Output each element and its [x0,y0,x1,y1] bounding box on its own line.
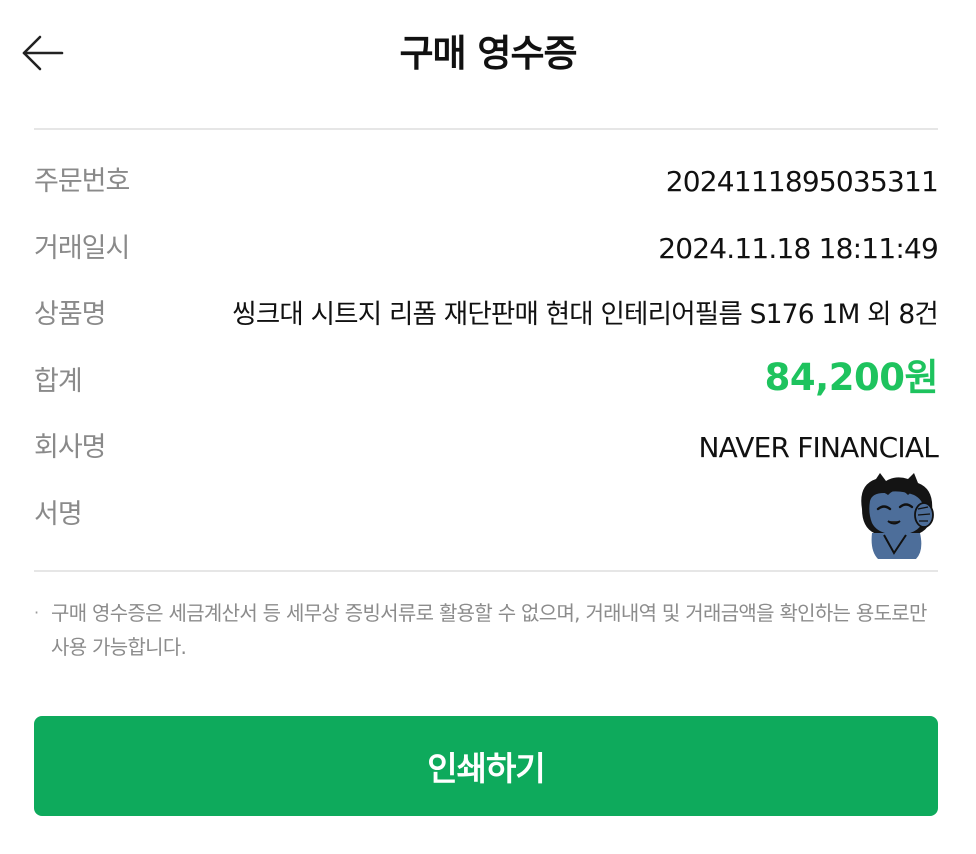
signature-row: 서명 [34,472,938,559]
total-row: 합계 84,200원 [34,350,939,417]
company-name-label: 회사명 [34,432,107,463]
signature-image [861,472,934,559]
divider [34,128,938,130]
product-name-value: 씽크대 시트지 리폼 재단판매 현대 인테리어필름 S176 1M 외 8건 [232,299,939,330]
print-button[interactable]: 인쇄하기 [34,716,938,816]
product-name-label: 상품명 [34,299,107,330]
receipt-details: 주문번호 2024111895035311 거래일시 2024.11.18 18… [34,150,939,559]
notice-bullet: · [34,603,40,622]
company-name-row: 회사명 NAVER FINANCIAL [34,416,939,483]
transaction-date-row: 거래일시 2024.11.18 18:11:49 [34,217,939,284]
transaction-date-label: 거래일시 [34,232,130,264]
company-name-value: NAVER FINANCIAL [698,431,939,464]
total-amount: 84,200원 [764,355,939,399]
signature-label: 서명 [34,498,83,530]
total-label: 합계 [34,365,83,397]
divider [34,570,938,572]
product-name-row: 상품명 씽크대 시트지 리폼 재단판매 현대 인테리어필름 S176 1M 외 … [34,283,939,350]
order-number-row: 주문번호 2024111895035311 [34,150,939,217]
header: 구매 영수증 [0,0,976,110]
print-button-label: 인쇄하기 [427,749,545,788]
order-number-value: 2024111895035311 [665,165,939,198]
order-number-label: 주문번호 [34,166,130,197]
transaction-date-value: 2024.11.18 18:11:49 [658,231,939,265]
page-title: 구매 영수증 [399,32,577,75]
notice-text: 구매 영수증은 세금계산서 등 세무상 증빙서류로 활용할 수 없으며, 거래내… [51,601,927,659]
notice: · 구매 영수증은 세금계산서 등 세무상 증빙서류로 활용할 수 없으며, 거… [34,596,938,664]
